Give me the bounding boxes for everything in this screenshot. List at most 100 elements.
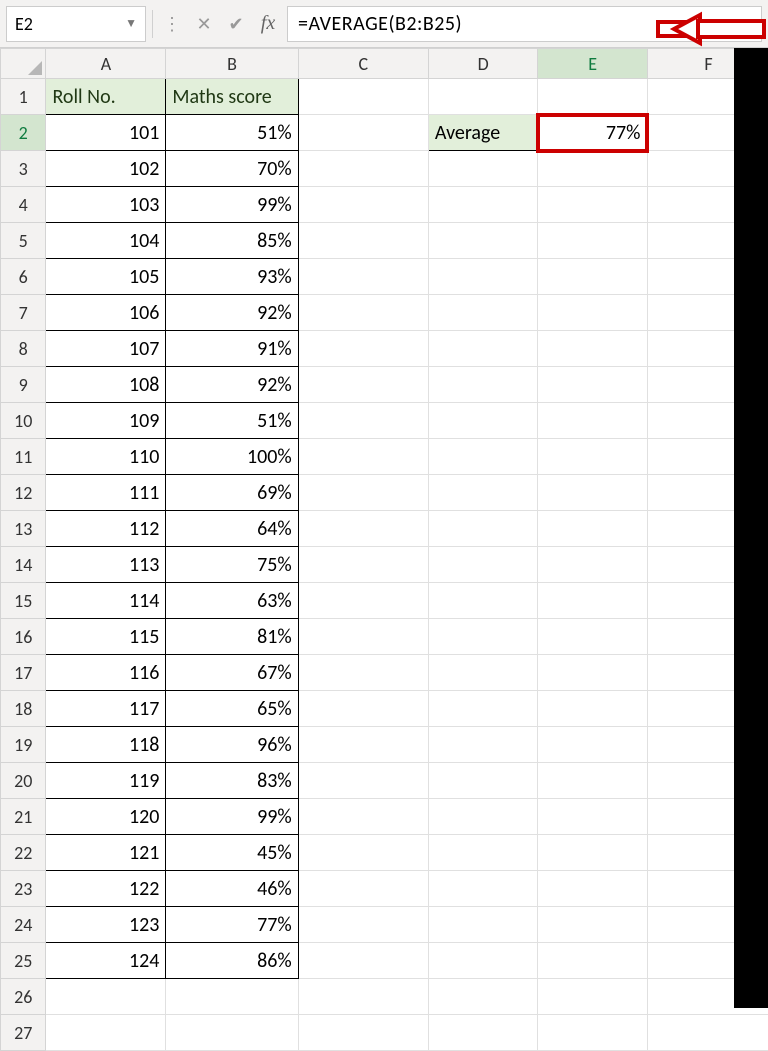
row-header-3[interactable]: 3 — [1, 151, 46, 187]
cell-D23[interactable] — [428, 871, 538, 907]
cell-C12[interactable] — [298, 475, 428, 511]
cell-D27[interactable] — [428, 1015, 538, 1051]
cell-B27[interactable] — [166, 1015, 298, 1051]
row-header-22[interactable]: 22 — [1, 835, 46, 871]
cell-B2[interactable]: 51% — [166, 115, 298, 151]
cell-C27[interactable] — [298, 1015, 428, 1051]
row-header-23[interactable]: 23 — [1, 871, 46, 907]
cell-E9[interactable] — [538, 367, 648, 403]
cell-D16[interactable] — [428, 619, 538, 655]
cell-C3[interactable] — [298, 151, 428, 187]
cell-A14[interactable]: 113 — [46, 547, 166, 583]
cell-D21[interactable] — [428, 799, 538, 835]
cell-E22[interactable] — [538, 835, 648, 871]
row-header-7[interactable]: 7 — [1, 295, 46, 331]
cell-A13[interactable]: 112 — [46, 511, 166, 547]
cell-C13[interactable] — [298, 511, 428, 547]
cell-D20[interactable] — [428, 763, 538, 799]
row-header-4[interactable]: 4 — [1, 187, 46, 223]
cell-E23[interactable] — [538, 871, 648, 907]
cell-A1[interactable]: Roll No. — [46, 79, 166, 115]
cell-A7[interactable]: 106 — [46, 295, 166, 331]
cell-E19[interactable] — [538, 727, 648, 763]
cell-B23[interactable]: 46% — [166, 871, 298, 907]
cell-B14[interactable]: 75% — [166, 547, 298, 583]
cell-A27[interactable] — [46, 1015, 166, 1051]
cell-B25[interactable]: 86% — [166, 943, 298, 979]
row-header-19[interactable]: 19 — [1, 727, 46, 763]
cell-C2[interactable] — [298, 115, 428, 151]
cell-C6[interactable] — [298, 259, 428, 295]
name-box[interactable]: E2 ▼ — [6, 6, 146, 42]
row-header-16[interactable]: 16 — [1, 619, 46, 655]
cell-A18[interactable]: 117 — [46, 691, 166, 727]
cell-D1[interactable] — [428, 79, 538, 115]
cell-D4[interactable] — [428, 187, 538, 223]
cell-C24[interactable] — [298, 907, 428, 943]
cell-D2[interactable]: Average — [428, 115, 538, 151]
cell-B24[interactable]: 77% — [166, 907, 298, 943]
cell-D7[interactable] — [428, 295, 538, 331]
cell-A19[interactable]: 118 — [46, 727, 166, 763]
cell-A10[interactable]: 109 — [46, 403, 166, 439]
cell-D10[interactable] — [428, 403, 538, 439]
cell-C10[interactable] — [298, 403, 428, 439]
cell-B1[interactable]: Maths score — [166, 79, 298, 115]
cell-A3[interactable]: 102 — [46, 151, 166, 187]
column-header-C[interactable]: C — [298, 49, 428, 79]
cell-C14[interactable] — [298, 547, 428, 583]
row-header-25[interactable]: 25 — [1, 943, 46, 979]
cell-C18[interactable] — [298, 691, 428, 727]
cell-B12[interactable]: 69% — [166, 475, 298, 511]
cell-A12[interactable]: 111 — [46, 475, 166, 511]
cell-B18[interactable]: 65% — [166, 691, 298, 727]
fx-icon[interactable]: fx — [255, 11, 281, 37]
row-header-2[interactable]: 2 — [1, 115, 46, 151]
cell-D12[interactable] — [428, 475, 538, 511]
row-header-15[interactable]: 15 — [1, 583, 46, 619]
cell-D14[interactable] — [428, 547, 538, 583]
cell-D18[interactable] — [428, 691, 538, 727]
cell-B13[interactable]: 64% — [166, 511, 298, 547]
row-header-24[interactable]: 24 — [1, 907, 46, 943]
row-header-1[interactable]: 1 — [1, 79, 46, 115]
cell-E4[interactable] — [538, 187, 648, 223]
cell-A8[interactable]: 107 — [46, 331, 166, 367]
row-header-27[interactable]: 27 — [1, 1015, 46, 1051]
cell-A24[interactable]: 123 — [46, 907, 166, 943]
cell-D25[interactable] — [428, 943, 538, 979]
cell-A6[interactable]: 105 — [46, 259, 166, 295]
cell-A21[interactable]: 120 — [46, 799, 166, 835]
cell-B10[interactable]: 51% — [166, 403, 298, 439]
cell-A23[interactable]: 122 — [46, 871, 166, 907]
cell-E2[interactable]: 77% — [538, 115, 648, 151]
cell-D24[interactable] — [428, 907, 538, 943]
cell-C21[interactable] — [298, 799, 428, 835]
cell-C17[interactable] — [298, 655, 428, 691]
cell-A15[interactable]: 114 — [46, 583, 166, 619]
cell-E12[interactable] — [538, 475, 648, 511]
row-header-20[interactable]: 20 — [1, 763, 46, 799]
chevron-down-icon[interactable]: ▼ — [125, 16, 137, 31]
column-header-A[interactable]: A — [46, 49, 166, 79]
cell-C8[interactable] — [298, 331, 428, 367]
cell-A17[interactable]: 116 — [46, 655, 166, 691]
cell-C1[interactable] — [298, 79, 428, 115]
cell-B21[interactable]: 99% — [166, 799, 298, 835]
row-header-5[interactable]: 5 — [1, 223, 46, 259]
column-header-E[interactable]: E — [538, 49, 648, 79]
cell-C16[interactable] — [298, 619, 428, 655]
cell-D17[interactable] — [428, 655, 538, 691]
cell-A22[interactable]: 121 — [46, 835, 166, 871]
cell-E10[interactable] — [538, 403, 648, 439]
cell-D19[interactable] — [428, 727, 538, 763]
row-header-17[interactable]: 17 — [1, 655, 46, 691]
cell-C15[interactable] — [298, 583, 428, 619]
cell-C7[interactable] — [298, 295, 428, 331]
cell-E15[interactable] — [538, 583, 648, 619]
cell-B19[interactable]: 96% — [166, 727, 298, 763]
cell-E7[interactable] — [538, 295, 648, 331]
cell-C5[interactable] — [298, 223, 428, 259]
cell-D8[interactable] — [428, 331, 538, 367]
cell-E8[interactable] — [538, 331, 648, 367]
